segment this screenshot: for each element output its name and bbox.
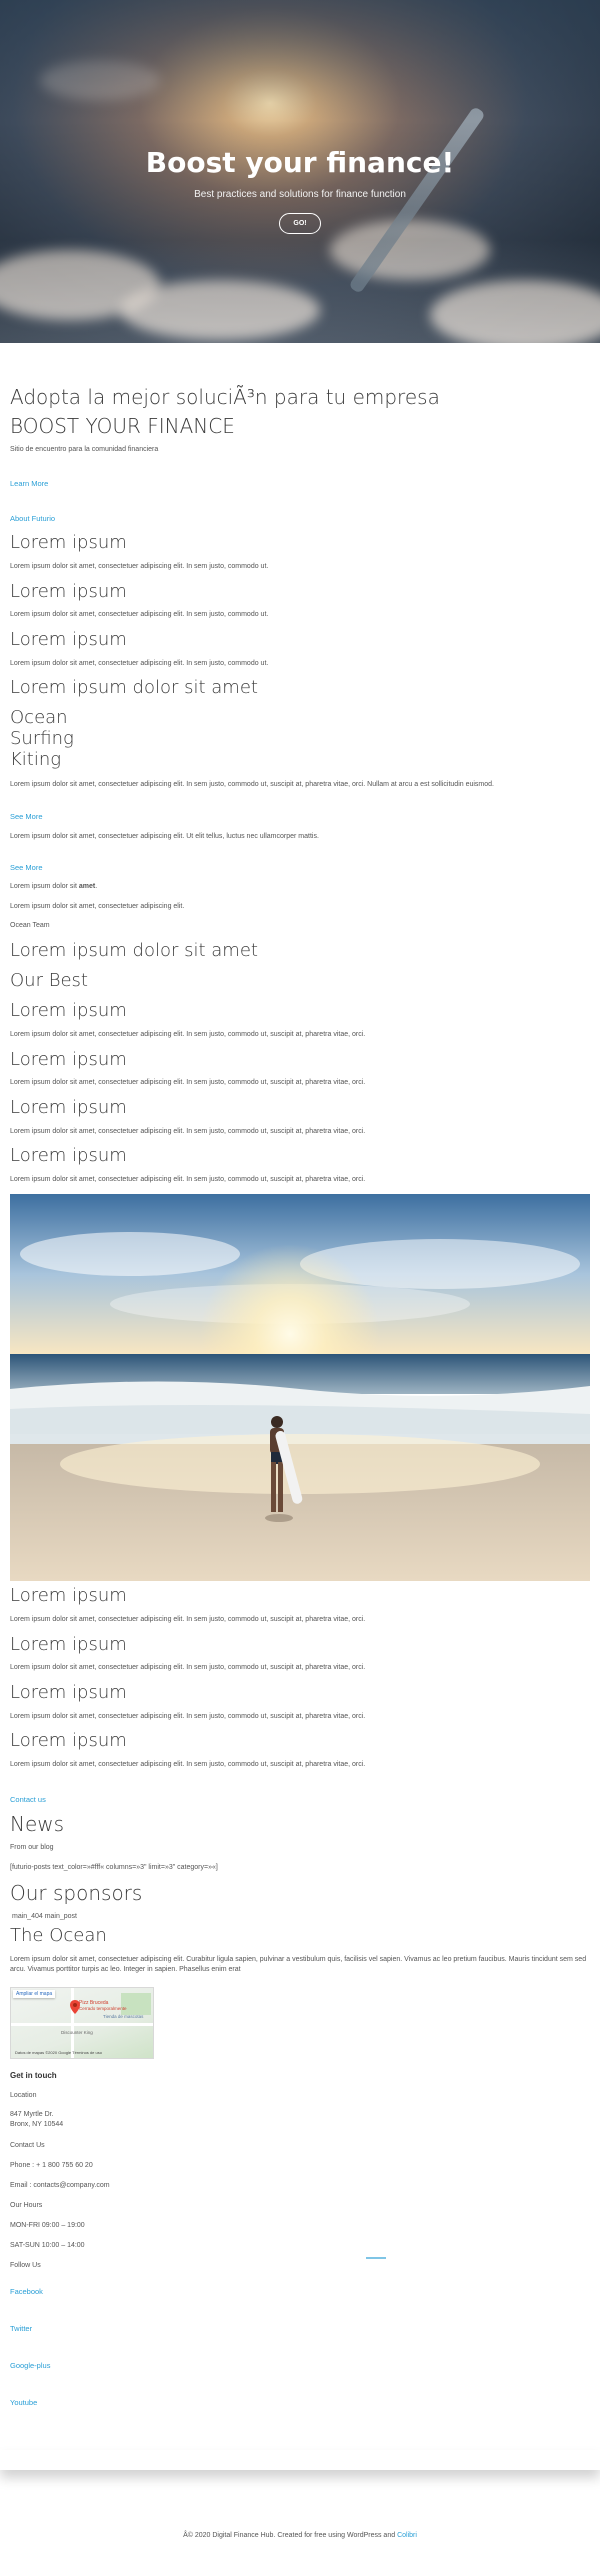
quote: Lorem ipsum dolor sit amet. (10, 883, 98, 890)
item-text: Lorem ipsum dolor sit amet, consectetuer… (10, 1176, 366, 1183)
item-text: Lorem ipsum dolor sit amet, consectetuer… (10, 1664, 366, 1671)
get-in-touch: Get in touch (10, 2071, 57, 2080)
feature-text: Lorem ipsum dolor sit amet, consectetuer… (10, 563, 269, 570)
item-text: Lorem ipsum dolor sit amet, consectetuer… (10, 1616, 366, 1623)
word-kiting: Kiting (10, 749, 62, 770)
item-title: Lorem ipsum (10, 1000, 127, 1021)
feature-title: Lorem ipsum (10, 629, 127, 650)
map-pin-icon (70, 2000, 80, 2014)
about-futurio-link[interactable]: About Futurio (10, 514, 55, 523)
section2-text2: Lorem ipsum dolor sit amet, consectetuer… (10, 833, 319, 840)
hero-go-button[interactable]: GO! (279, 213, 321, 234)
surfer-image (10, 1194, 590, 1581)
intro-heading-es: Adopta la mejor soluciÃ³n para tu empres… (10, 385, 440, 409)
news-title: News (10, 1812, 65, 1836)
youtube-link[interactable]: Youtube (10, 2398, 37, 2407)
enlarge-map-link[interactable]: Ampliar el mapa (13, 1990, 56, 1998)
section2-title: Lorem ipsum dolor sit amet (10, 677, 258, 698)
quote2: Lorem ipsum dolor sit amet, consectetuer… (10, 903, 185, 910)
intro-tagline: Sitio de encuentro para la comunidad fin… (10, 446, 159, 453)
follow-label: Follow Us (10, 2262, 41, 2269)
item-title: Lorem ipsum (10, 1682, 127, 1703)
hero-banner: Boost your finance! Best practices and s… (0, 0, 600, 343)
item-text: Lorem ipsum dolor sit amet, consectetuer… (10, 1079, 366, 1086)
item-title: Lorem ipsum (10, 1585, 127, 1606)
see-more-link[interactable]: See More (10, 812, 43, 821)
address-line1: 847 Myrtle Dr. (10, 2111, 54, 2118)
item-text: Lorem ipsum dolor sit amet, consectetuer… (10, 1128, 366, 1135)
contact-label: Contact Us (10, 2142, 45, 2149)
ocean-text: Lorem ipsum dolor sit amet, consectetuer… (10, 1956, 587, 1973)
contact-us-link[interactable]: Contact us (10, 1795, 46, 1804)
footer-credit: Â© 2020 Digital Finance Hub. Created for… (183, 2532, 417, 2539)
map-footer: Datos de mapas ©2020 Google Términos de … (15, 2050, 102, 2055)
section2-text: Lorem ipsum dolor sit amet, consectetuer… (10, 781, 494, 788)
hero-title: Boost your finance! (145, 146, 455, 179)
twitter-link[interactable]: Twitter (10, 2324, 32, 2333)
section3-title: Lorem ipsum dolor sit amet (10, 940, 258, 961)
address-line2: Bronx, NY 10544 (10, 2121, 64, 2128)
hours-label: Our Hours (10, 2202, 43, 2209)
map-place-sub: Cerrado temporalmente (79, 2006, 127, 2011)
item-text: Lorem ipsum dolor sit amet, consectetuer… (10, 1713, 366, 1720)
word-surfing: Surfing (10, 728, 74, 749)
footer-divider (0, 2450, 600, 2470)
news-shortcode: [futurio-posts text_color=»#fff« columns… (10, 1864, 218, 1871)
section3-subtitle: Our Best (10, 970, 88, 991)
feature-text: Lorem ipsum dolor sit amet, consectetuer… (10, 660, 269, 667)
divider (366, 2257, 386, 2259)
hero-subtitle: Best practices and solutions for finance… (194, 189, 406, 200)
feature-text: Lorem ipsum dolor sit amet, consectetuer… (10, 611, 269, 618)
sponsors-title: Our sponsors (10, 1881, 143, 1905)
location-map[interactable]: Ampliar el mapa Pizz Bruceda Cerrado tem… (10, 1987, 154, 2059)
item-title: Lorem ipsum (10, 1730, 127, 1751)
email[interactable]: Email : contacts@company.com (10, 2182, 110, 2189)
news-from-blog: From our blog (10, 1844, 54, 1851)
item-title: Lorem ipsum (10, 1049, 127, 1070)
team-name: Ocean Team (10, 922, 50, 929)
colibri-link[interactable]: Colibri (397, 2532, 417, 2539)
item-text: Lorem ipsum dolor sit amet, consectetuer… (10, 1761, 366, 1768)
feature-title: Lorem ipsum (10, 532, 127, 553)
map-place2: Tienda de mascotas (103, 2014, 144, 2019)
see-more-link[interactable]: See More (10, 863, 43, 872)
intro-heading: BOOST YOUR FINANCE (10, 414, 235, 438)
hours-weekend: SAT-SUN 10:00 – 14:00 (10, 2242, 85, 2249)
feature-title: Lorem ipsum (10, 581, 127, 602)
facebook-link[interactable]: Facebook (10, 2287, 43, 2296)
learn-more-link[interactable]: Learn More (10, 479, 48, 488)
google-plus-link[interactable]: Google-plus (10, 2361, 50, 2370)
ocean-title: The Ocean (10, 1925, 107, 1946)
location-label: Location (10, 2092, 37, 2099)
item-text: Lorem ipsum dolor sit amet, consectetuer… (10, 1031, 366, 1038)
item-title: Lorem ipsum (10, 1634, 127, 1655)
item-title: Lorem ipsum (10, 1145, 127, 1166)
hours-weekday: MON-FRI 09:00 – 19:00 (10, 2222, 85, 2229)
map-place3: Discounter King (61, 2030, 93, 2035)
sponsor-posts: main_404 main_post (12, 1913, 77, 1920)
item-title: Lorem ipsum (10, 1097, 127, 1118)
phone: Phone : + 1 800 755 60 20 (10, 2162, 93, 2169)
word-ocean: Ocean (10, 707, 68, 728)
